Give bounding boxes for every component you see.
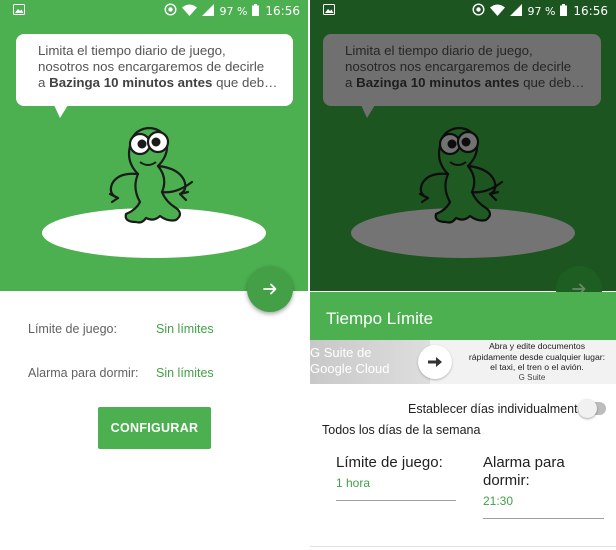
ad-body-line: Abra y edite documentos [488, 341, 586, 351]
right-screen: 97 % 16:56 Limita el tiempo diario de ju… [310, 0, 616, 550]
sleep-alarm-value: 21:30 [483, 494, 514, 508]
bubble-tail [54, 105, 68, 118]
battery-icon [252, 3, 260, 19]
wifi-icon [182, 4, 198, 19]
next-button[interactable] [247, 266, 293, 312]
image-icon [323, 4, 335, 18]
sleep-alarm-row: Alarma para dormir: Sin límites [28, 366, 214, 380]
ad-body-line: el taxi, el tren o el avión. [490, 362, 584, 372]
speech-bubble: Limita el tiempo diario de juego, nosotr… [16, 34, 293, 118]
ad-body: Abra y edite documentos rápidamente desd… [456, 341, 616, 373]
speech-bubble: Limita el tiempo diario de juego, nosotr… [323, 34, 601, 118]
status-bar: 97 % 16:56 [0, 0, 308, 22]
status-bar: 97 % 16:56 [310, 0, 616, 22]
left-screen: 97 % 16:56 Limita el tiempo diario de ju… [0, 0, 308, 550]
divider [310, 546, 616, 547]
hero-banner-dimmed: 97 % 16:56 Limita el tiempo diario de ju… [310, 0, 616, 312]
image-icon [13, 4, 25, 18]
field-underline [336, 500, 456, 501]
battery-icon [560, 3, 568, 19]
bubble-line: a Bazinga 10 minutos antes que deb… [345, 75, 587, 91]
ad-banner[interactable]: G Suite de Google Cloud Abra y edite doc… [310, 340, 616, 384]
mascot-icon [406, 122, 510, 230]
bubble-bold-text: Bazinga 10 minutos antes [49, 75, 213, 90]
bubble-text: a [345, 75, 357, 90]
sleep-alarm-value: Sin límites [156, 366, 214, 380]
wifi-icon [490, 4, 506, 19]
ad-headline: G Suite de Google Cloud [310, 345, 410, 377]
all-days-label: Todos los días de la semana [322, 423, 481, 437]
bubble-text: a [38, 75, 50, 90]
play-limit-label: Límite de juego: [336, 454, 443, 471]
mascot-icon [96, 122, 200, 230]
signal-icon [510, 3, 523, 19]
sleep-alarm-label-line: Alarma para [483, 454, 565, 471]
bubble-tail [361, 105, 375, 118]
bubble-text: que deb… [212, 75, 278, 90]
ad-brand: G Suite [518, 373, 546, 382]
bubble-line: Limita el tiempo diario de juego, [345, 43, 533, 58]
play-limit-value: 1 hora [336, 476, 371, 490]
sleep-alarm-label-line: dormir: [483, 472, 530, 489]
configure-button[interactable]: CONFIGURAR [98, 407, 211, 449]
hero-banner: 97 % 16:56 Limita el tiempo diario de ju… [0, 0, 308, 291]
bubble-line: nosotros nos encargaremos de decirle [345, 59, 572, 74]
battery-percent: 97 % [527, 4, 556, 18]
clock: 16:56 [265, 4, 300, 18]
field-underline [483, 518, 604, 519]
ad-arrow-button[interactable] [418, 345, 452, 379]
ad-body-line: rápidamente desde cualquier lugar: [468, 351, 606, 362]
bubble-text: que deb… [519, 75, 585, 90]
play-limit-row: Límite de juego: Sin límites [28, 322, 214, 336]
battery-percent: 97 % [219, 4, 248, 18]
sync-icon [472, 3, 485, 19]
sleep-alarm-label: Alarma para dormir: [483, 454, 604, 490]
play-limit-value: Sin límites [156, 322, 214, 336]
bubble-line: a Bazinga 10 minutos antes que deb… [38, 75, 279, 91]
individual-days-switch[interactable] [578, 399, 606, 418]
sync-icon [164, 3, 177, 19]
sleep-alarm-field[interactable]: Alarma para dormir: 21:30 [483, 454, 604, 519]
bubble-bold-text: Bazinga 10 minutos antes [356, 75, 520, 90]
ad-headline-line: G Suite de [310, 345, 372, 360]
bubble-line: Limita el tiempo diario de juego, [38, 43, 226, 58]
signal-icon [202, 3, 215, 19]
arrow-right-icon [263, 283, 277, 295]
ad-headline-line: Google Cloud [310, 361, 390, 376]
switch-knob [578, 399, 597, 418]
individual-days-label: Establecer días individualmente [408, 402, 585, 416]
play-limit-label: Límite de juego: [28, 322, 117, 336]
arrow-right-icon [428, 357, 442, 367]
dialog-title: Tiempo Límite [310, 292, 616, 340]
bubble-line: nosotros nos encargaremos de decirle [38, 59, 265, 74]
play-limit-field[interactable]: Límite de juego: 1 hora [336, 454, 456, 501]
clock: 16:56 [573, 4, 608, 18]
sleep-alarm-label: Alarma para dormir: [28, 366, 139, 380]
